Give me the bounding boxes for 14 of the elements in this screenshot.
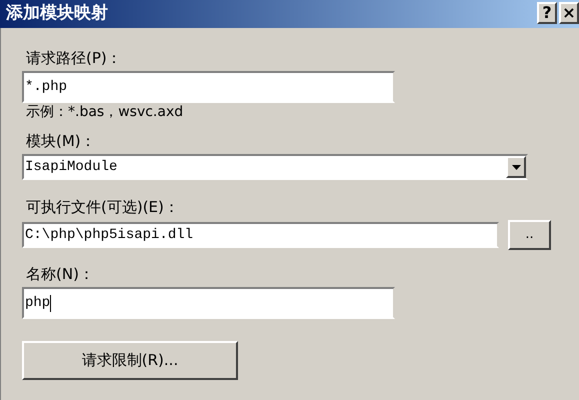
close-button[interactable]: ×: [559, 2, 579, 24]
field-label: 请求路径(P)：: [25, 48, 123, 68]
dropdown[interactable]: IsapiModule: [22, 154, 528, 180]
input-field[interactable]: *.php: [22, 71, 395, 103]
field-label: 可执行文件(可选)(E)：: [25, 197, 180, 217]
request-limits-button[interactable]: 请求限制(R)...: [22, 341, 238, 380]
input-field[interactable]: C:\php\php5isapi.dll: [22, 222, 499, 248]
browse-button[interactable]: ..: [508, 220, 551, 250]
input-field[interactable]: php: [22, 287, 395, 319]
hint-text: 示例：*.bas，wsvc.axd: [25, 103, 184, 121]
window-title: 添加模块映射: [6, 2, 109, 26]
field-label: 名称(N)：: [25, 264, 95, 284]
field-label: 模块(M)：: [25, 131, 97, 151]
help-button[interactable]: ?: [537, 2, 557, 24]
